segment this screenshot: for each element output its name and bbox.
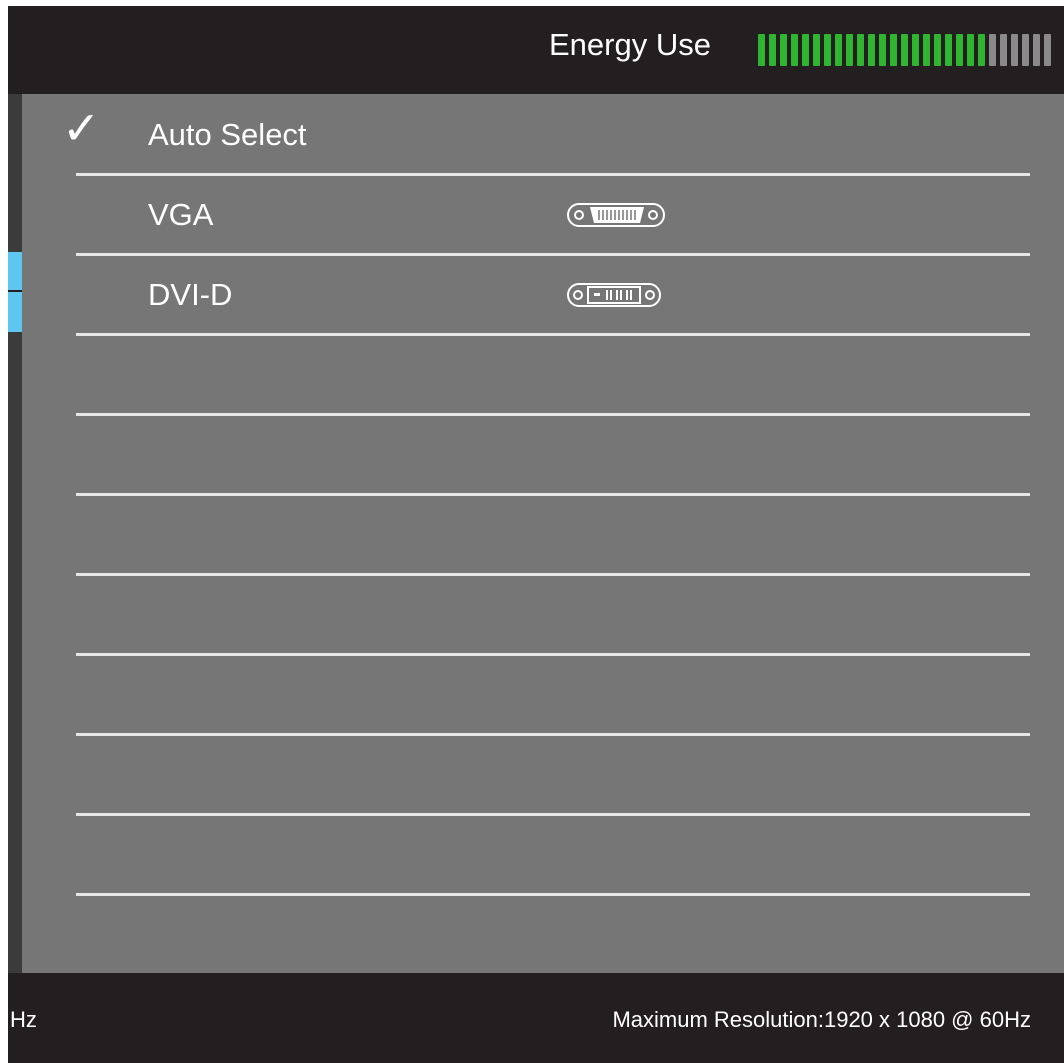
energy-meter-segment-active — [758, 34, 765, 66]
menu-item-empty — [22, 654, 1064, 734]
max-resolution-text: Maximum Resolution:1920 x 1080 @ 60Hz — [612, 1007, 1031, 1032]
energy-meter-segment-active — [769, 34, 776, 66]
energy-meter-segment-active — [868, 34, 875, 66]
left-menu-strip — [8, 94, 22, 973]
energy-meter-segment-active — [978, 34, 985, 66]
checkmark-icon: ✓ — [62, 102, 101, 154]
energy-meter-segment-active — [967, 34, 974, 66]
energy-meter-segment-active — [846, 34, 853, 66]
menu-item-label: DVI-D — [148, 277, 233, 312]
energy-meter-segment-active — [835, 34, 842, 66]
energy-meter-segment-inactive — [1044, 34, 1051, 66]
menu-item-label: VGA — [148, 197, 214, 232]
menu-item-auto-select[interactable]: ✓ Auto Select — [22, 94, 1064, 174]
osd-footer: Hz Maximum Resolution:1920 x 1080 @ 60Hz — [8, 973, 1064, 1063]
current-refresh-rate-text: Hz — [10, 1007, 37, 1032]
menu-item-empty — [22, 494, 1064, 574]
energy-use-meter — [758, 34, 1064, 66]
energy-meter-segment-active — [857, 34, 864, 66]
energy-meter-segment-inactive — [1022, 34, 1029, 66]
energy-meter-segment-active — [945, 34, 952, 66]
menu-item-vga[interactable]: VGA — [22, 174, 1064, 254]
energy-meter-segment-inactive — [1011, 34, 1018, 66]
energy-meter-segment-active — [802, 34, 809, 66]
menu-item-label: Auto Select — [148, 117, 307, 152]
energy-meter-segment-active — [791, 34, 798, 66]
monitor-osd: Energy Use ✓ Auto Select VGA DVI-D Hz Ma… — [0, 0, 1064, 1063]
dvi-port-icon — [566, 282, 664, 313]
menu-item-empty — [22, 414, 1064, 494]
menu-item-dvi-d[interactable]: DVI-D — [22, 254, 1064, 334]
energy-meter-segment-inactive — [989, 34, 996, 66]
energy-meter-segment-active — [912, 34, 919, 66]
energy-meter-segment-active — [956, 34, 963, 66]
row-divider — [76, 893, 1030, 896]
energy-meter-segment-active — [901, 34, 908, 66]
menu-item-empty — [22, 814, 1064, 894]
energy-meter-segment-inactive — [1000, 34, 1007, 66]
active-menu-tab-indicator — [8, 252, 22, 332]
menu-tab-separator — [8, 290, 22, 292]
energy-meter-segment-active — [923, 34, 930, 66]
osd-header: Energy Use — [8, 6, 1064, 94]
energy-meter-segment-active — [813, 34, 820, 66]
energy-meter-segment-active — [780, 34, 787, 66]
energy-meter-segment-active — [890, 34, 897, 66]
input-source-panel: ✓ Auto Select VGA DVI-D — [22, 94, 1064, 973]
menu-item-empty — [22, 334, 1064, 414]
energy-use-label: Energy Use — [549, 27, 711, 62]
energy-meter-segment-active — [824, 34, 831, 66]
energy-meter-segment-inactive — [1033, 34, 1040, 66]
menu-item-empty — [22, 734, 1064, 814]
vga-port-icon — [566, 202, 668, 233]
energy-meter-segment-active — [879, 34, 886, 66]
menu-item-empty — [22, 574, 1064, 654]
energy-meter-segment-active — [934, 34, 941, 66]
